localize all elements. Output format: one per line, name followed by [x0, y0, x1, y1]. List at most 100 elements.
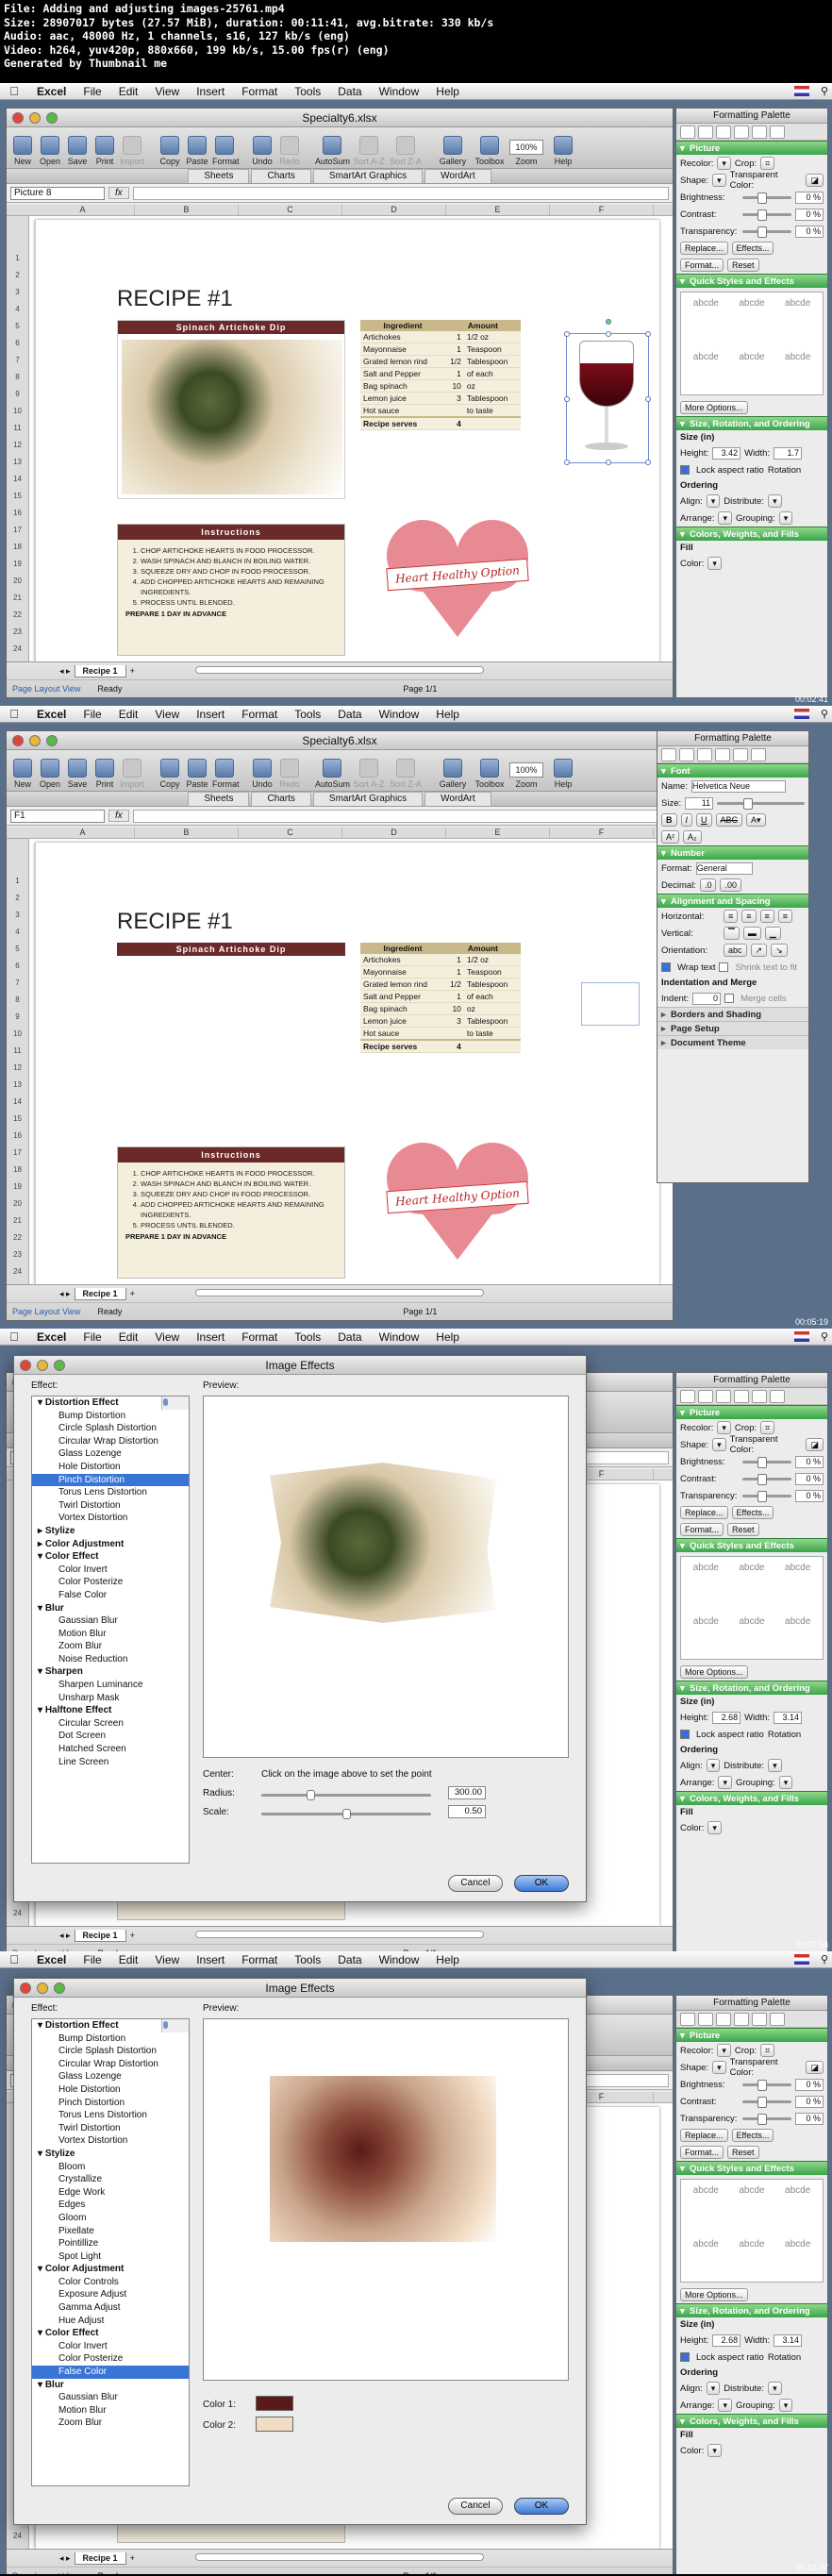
qty-cell[interactable] — [444, 1027, 464, 1041]
quick-style-swatch[interactable]: abcde — [731, 1563, 774, 1599]
transparency-slider[interactable] — [742, 226, 791, 238]
width-input[interactable]: 1.7 — [774, 446, 803, 460]
sheet-nav-icon[interactable]: ◂ ▸ — [59, 1931, 71, 1941]
brightness-value[interactable]: 0 % — [795, 1455, 824, 1468]
styles-tab-icon[interactable] — [679, 748, 694, 761]
sheet-tab[interactable]: Recipe 1 — [74, 2551, 126, 2565]
row-header[interactable]: 12 — [7, 437, 28, 454]
section-page-setup[interactable]: Page Setup — [657, 1021, 808, 1036]
transparency-slider[interactable] — [742, 2113, 791, 2125]
spotlight-icon[interactable]: ⚲ — [817, 85, 832, 97]
effect-item[interactable]: Motion Blur — [32, 1628, 189, 1641]
radius-input[interactable]: 300.00 — [448, 1786, 486, 1799]
menu-excel[interactable]: Excel — [28, 708, 75, 721]
toolbar-open-button[interactable]: Open — [38, 759, 62, 789]
quick-style-swatch[interactable]: abcde — [685, 352, 727, 389]
effect-item[interactable]: Torus Lens Distortion — [32, 1486, 189, 1499]
unit-cell[interactable]: 1/2 oz — [463, 331, 521, 343]
color2-swatch[interactable] — [256, 2417, 293, 2432]
menu-view[interactable]: View — [146, 85, 188, 98]
row-header[interactable]: 4 — [7, 924, 28, 941]
toolbar-redo-button[interactable]: Redo — [277, 759, 302, 789]
row-header[interactable]: 20 — [7, 573, 28, 590]
row-header[interactable]: 3 — [7, 284, 28, 301]
view-mode[interactable]: Page Layout View — [12, 2571, 80, 2575]
menu-file[interactable]: File — [75, 1953, 109, 1966]
row-header[interactable]: 24 — [7, 1263, 28, 1280]
row-header[interactable]: 24 — [7, 641, 28, 658]
formatting-tab-icon[interactable] — [680, 2013, 695, 2026]
row-header[interactable]: 5 — [7, 941, 28, 958]
effect-item[interactable]: Line Screen — [32, 1756, 189, 1769]
effect-item[interactable]: Exposure Adjust — [32, 2288, 189, 2301]
qty-cell[interactable]: 1 — [444, 367, 464, 380]
row-header[interactable]: 18 — [7, 539, 28, 556]
toolbar-gallery-button[interactable]: Gallery — [436, 136, 470, 166]
menu-tools[interactable]: Tools — [286, 1330, 329, 1344]
ingredient-cell[interactable]: Mayonnaise — [360, 965, 445, 979]
increase-decimal-icon[interactable]: .00 — [720, 878, 741, 892]
font-name-select[interactable]: Helvetica Neue — [691, 779, 786, 793]
view-mode[interactable]: Page Layout View — [12, 684, 80, 694]
ingredient-cell[interactable]: Artichokes — [360, 954, 445, 966]
row-header[interactable]: 13 — [7, 454, 28, 471]
sheet-nav-icon[interactable]: ◂ ▸ — [59, 1289, 71, 1299]
grouping-button[interactable]: ▾ — [778, 511, 793, 525]
section-colors[interactable]: Colors, Weights, and Fills — [676, 527, 827, 542]
format-button[interactable]: Format... — [680, 2146, 724, 2159]
styles-tab-icon[interactable] — [698, 1390, 713, 1403]
scrapbook-tab-icon[interactable] — [734, 2013, 749, 2026]
unit-cell[interactable]: to taste — [463, 404, 521, 418]
superscript-icon[interactable]: A² — [661, 830, 679, 844]
reset-button[interactable]: Reset — [727, 2146, 759, 2159]
effect-item[interactable]: Pinch Distortion — [32, 2097, 189, 2110]
crop-icon[interactable]: ⌗ — [760, 2044, 775, 2057]
ingredient-cell[interactable]: Salt and Pepper — [360, 367, 445, 380]
qty-cell[interactable]: 3 — [444, 1014, 464, 1028]
zoom-icon[interactable] — [54, 1360, 65, 1371]
effect-item[interactable]: Circle Splash Distortion — [32, 2045, 189, 2058]
color1-swatch[interactable] — [256, 2396, 293, 2411]
effect-category[interactable]: Color Effect — [32, 2327, 189, 2340]
effect-item[interactable]: Noise Reduction — [32, 1653, 189, 1666]
row-header[interactable]: 8 — [7, 992, 28, 1009]
row-header[interactable]: 7 — [7, 975, 28, 992]
scale-input[interactable]: 0.50 — [448, 1805, 486, 1818]
height-input[interactable]: 3.42 — [712, 446, 741, 460]
formatting-tab-icon[interactable] — [661, 748, 676, 761]
row-header[interactable]: 17 — [7, 1145, 28, 1162]
apple-menu-icon[interactable]:  — [0, 1952, 28, 1966]
row-header[interactable]: 1 — [7, 873, 28, 890]
close-icon[interactable] — [20, 1982, 31, 1994]
horizontal-scrollbar[interactable] — [195, 1289, 484, 1296]
crop-icon[interactable]: ⌗ — [760, 157, 775, 170]
effect-item[interactable]: Zoom Blur — [32, 1640, 189, 1653]
menu-insert[interactable]: Insert — [188, 708, 233, 721]
qty-cell[interactable]: 1 — [444, 331, 464, 343]
zoom-icon[interactable] — [46, 112, 58, 124]
toolbar-autosum-button[interactable]: AutoSum — [315, 136, 350, 166]
effect-item[interactable]: Color Posterize — [32, 1576, 189, 1589]
toolbar-copy-button[interactable]: Copy — [158, 759, 182, 789]
menu-tools[interactable]: Tools — [286, 1953, 329, 1966]
section-size[interactable]: Size, Rotation, and Ordering — [676, 1681, 827, 1696]
formula-tab-icon[interactable] — [716, 1390, 731, 1403]
effect-item[interactable]: Spot Light — [32, 2250, 189, 2264]
page-layout-sheet[interactable]: RECIPE #1 Spinach Artichoke Dip Ingredie… — [35, 843, 659, 1284]
styles-tab-icon[interactable] — [698, 125, 713, 139]
fx-icon[interactable]: fx — [108, 187, 129, 199]
quick-style-swatch[interactable]: abcde — [731, 1616, 774, 1653]
sheet-nav-icon[interactable]: ◂ ▸ — [59, 2553, 71, 2564]
unit-cell[interactable]: of each — [463, 990, 521, 1003]
scrapbook-tab-icon[interactable] — [734, 1390, 749, 1403]
zoom-icon[interactable] — [54, 1982, 65, 1994]
row-header[interactable]: 23 — [7, 624, 28, 641]
effect-item[interactable]: False Color — [32, 1589, 189, 1602]
unit-cell[interactable]: 1/2 oz — [463, 954, 521, 966]
effect-category[interactable]: Color Effect — [32, 1550, 189, 1564]
preview-image-pinched[interactable] — [270, 1463, 496, 1623]
sheet-nav-icon[interactable]: ◂ ▸ — [59, 666, 71, 677]
scrapbook-tab-icon[interactable] — [734, 125, 749, 139]
view-mode[interactable]: Page Layout View — [12, 1307, 80, 1316]
row-header[interactable]: 6 — [7, 335, 28, 352]
